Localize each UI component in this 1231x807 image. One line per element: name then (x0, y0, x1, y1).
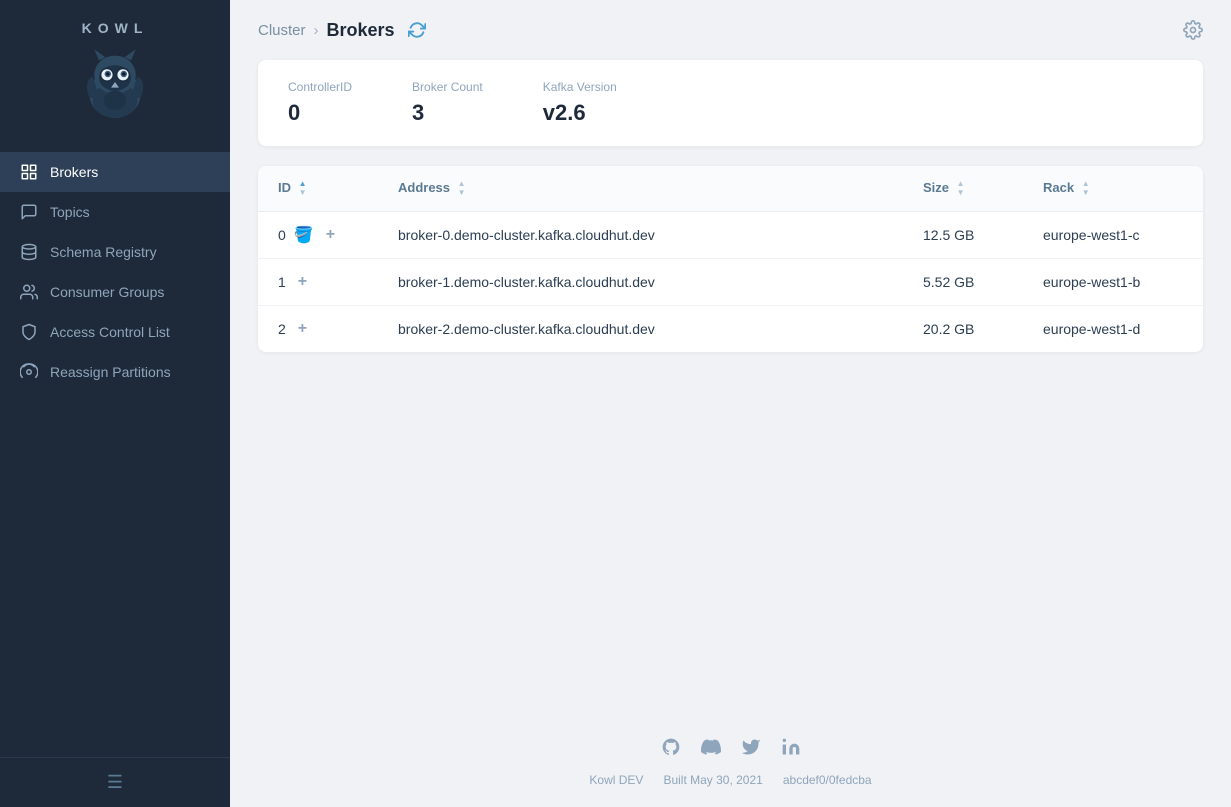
sidebar-item-schema-registry[interactable]: Schema Registry (0, 232, 230, 272)
reassign-partitions-icon (20, 363, 38, 381)
menu-icon[interactable]: ☰ (107, 772, 123, 793)
sidebar-item-access-control-list[interactable]: Access Control List (0, 312, 230, 352)
sidebar-item-label: Access Control List (50, 324, 170, 340)
sidebar-item-label: Brokers (50, 164, 98, 180)
brokers-icon (20, 163, 38, 181)
expand-button-1[interactable]: + (294, 272, 311, 292)
sidebar-item-label: Consumer Groups (50, 284, 164, 300)
td-size-1: 5.52 GB (903, 259, 1023, 306)
footer-build-info: Built May 30, 2021 (663, 773, 762, 787)
sidebar: KOWL (0, 0, 230, 807)
sidebar-footer: ☰ (0, 757, 230, 807)
page-footer: Kowl DEV Built May 30, 2021 abcdef0/0fed… (230, 697, 1231, 807)
sidebar-item-label: Topics (50, 204, 90, 220)
sidebar-item-topics[interactable]: Topics (0, 192, 230, 232)
twitter-icon[interactable] (741, 737, 761, 763)
expand-button-2[interactable]: + (294, 319, 311, 339)
broker-id-value: 1 (278, 274, 286, 290)
refresh-button[interactable] (403, 16, 431, 44)
footer-social-icons (661, 737, 801, 763)
td-rack-2: europe-west1-d (1023, 306, 1203, 353)
main-content: Cluster › Brokers ControllerID 0 Broker … (230, 0, 1231, 807)
bucket-icon[interactable]: 🪣 (294, 225, 314, 245)
consumer-groups-icon (20, 283, 38, 301)
table-header: ID ▲ ▼ Address ▲ ▼ Size (258, 166, 1203, 212)
stat-broker-count-label: Broker Count (412, 80, 483, 94)
discord-icon[interactable] (701, 737, 721, 763)
expand-button-0[interactable]: + (322, 225, 339, 245)
stat-controller-id-label: ControllerID (288, 80, 352, 94)
td-address-2: broker-2.demo-cluster.kafka.cloudhut.dev (378, 306, 903, 353)
sidebar-item-reassign-partitions[interactable]: Reassign Partitions (0, 352, 230, 392)
sidebar-item-label: Schema Registry (50, 244, 157, 260)
settings-button[interactable] (1183, 20, 1203, 40)
td-size-2: 20.2 GB (903, 306, 1023, 353)
breadcrumb: Cluster › Brokers (258, 16, 431, 44)
footer-app-name: Kowl DEV (589, 773, 643, 787)
logo-text: KOWL (82, 20, 149, 36)
stat-controller-id-value: 0 (288, 100, 352, 126)
table-body: 0 🪣 + broker-0.demo-cluster.kafka.cloudh… (258, 212, 1203, 353)
td-address-1: broker-1.demo-cluster.kafka.cloudhut.dev (378, 259, 903, 306)
th-address[interactable]: Address ▲ ▼ (378, 166, 903, 212)
th-rack[interactable]: Rack ▲ ▼ (1023, 166, 1203, 212)
access-control-icon (20, 323, 38, 341)
stat-kafka-version-value: v2.6 (543, 100, 617, 126)
logo-owl (75, 46, 155, 126)
page-header: Cluster › Brokers (230, 0, 1231, 60)
td-id-0: 0 🪣 + (258, 212, 378, 259)
sort-address-icon: ▲ ▼ (458, 180, 466, 197)
topics-icon (20, 203, 38, 221)
broker-id-value: 2 (278, 321, 286, 337)
stat-kafka-version: Kafka Version v2.6 (543, 80, 617, 126)
table-row[interactable]: 0 🪣 + broker-0.demo-cluster.kafka.cloudh… (258, 212, 1203, 259)
github-icon[interactable] (661, 737, 681, 763)
stat-broker-count: Broker Count 3 (412, 80, 483, 126)
td-rack-1: europe-west1-b (1023, 259, 1203, 306)
sort-rack-icon: ▲ ▼ (1082, 180, 1090, 197)
linkedin-icon[interactable] (781, 737, 801, 763)
footer-text: Kowl DEV Built May 30, 2021 abcdef0/0fed… (589, 773, 871, 787)
breadcrumb-current: Brokers (327, 20, 395, 41)
td-size-0: 12.5 GB (903, 212, 1023, 259)
brokers-table-card: ID ▲ ▼ Address ▲ ▼ Size (258, 166, 1203, 352)
stat-controller-id: ControllerID 0 (288, 80, 352, 126)
footer-commit: abcdef0/0fedcba (783, 773, 872, 787)
stat-kafka-version-label: Kafka Version (543, 80, 617, 94)
brokers-table: ID ▲ ▼ Address ▲ ▼ Size (258, 166, 1203, 352)
stat-broker-count-value: 3 (412, 100, 483, 126)
logo-area: KOWL (0, 0, 230, 142)
sort-id-icon: ▲ ▼ (299, 180, 307, 197)
th-id[interactable]: ID ▲ ▼ (258, 166, 378, 212)
td-id-1: 1 + (258, 259, 378, 306)
sidebar-item-consumer-groups[interactable]: Consumer Groups (0, 272, 230, 312)
sidebar-nav: Brokers Topics Schema Registry (0, 142, 230, 757)
td-id-2: 2 + (258, 306, 378, 353)
table-row[interactable]: 2 + broker-2.demo-cluster.kafka.cloudhut… (258, 306, 1203, 353)
th-size[interactable]: Size ▲ ▼ (903, 166, 1023, 212)
td-rack-0: europe-west1-c (1023, 212, 1203, 259)
broker-id-value: 0 (278, 227, 286, 243)
table-row[interactable]: 1 + broker-1.demo-cluster.kafka.cloudhut… (258, 259, 1203, 306)
sort-size-icon: ▲ ▼ (957, 180, 965, 197)
td-address-0: broker-0.demo-cluster.kafka.cloudhut.dev (378, 212, 903, 259)
sidebar-item-label: Reassign Partitions (50, 364, 171, 380)
sidebar-item-brokers[interactable]: Brokers (0, 152, 230, 192)
stats-card: ControllerID 0 Broker Count 3 Kafka Vers… (258, 60, 1203, 146)
breadcrumb-parent[interactable]: Cluster (258, 22, 306, 39)
breadcrumb-separator: › (314, 22, 319, 39)
schema-registry-icon (20, 243, 38, 261)
